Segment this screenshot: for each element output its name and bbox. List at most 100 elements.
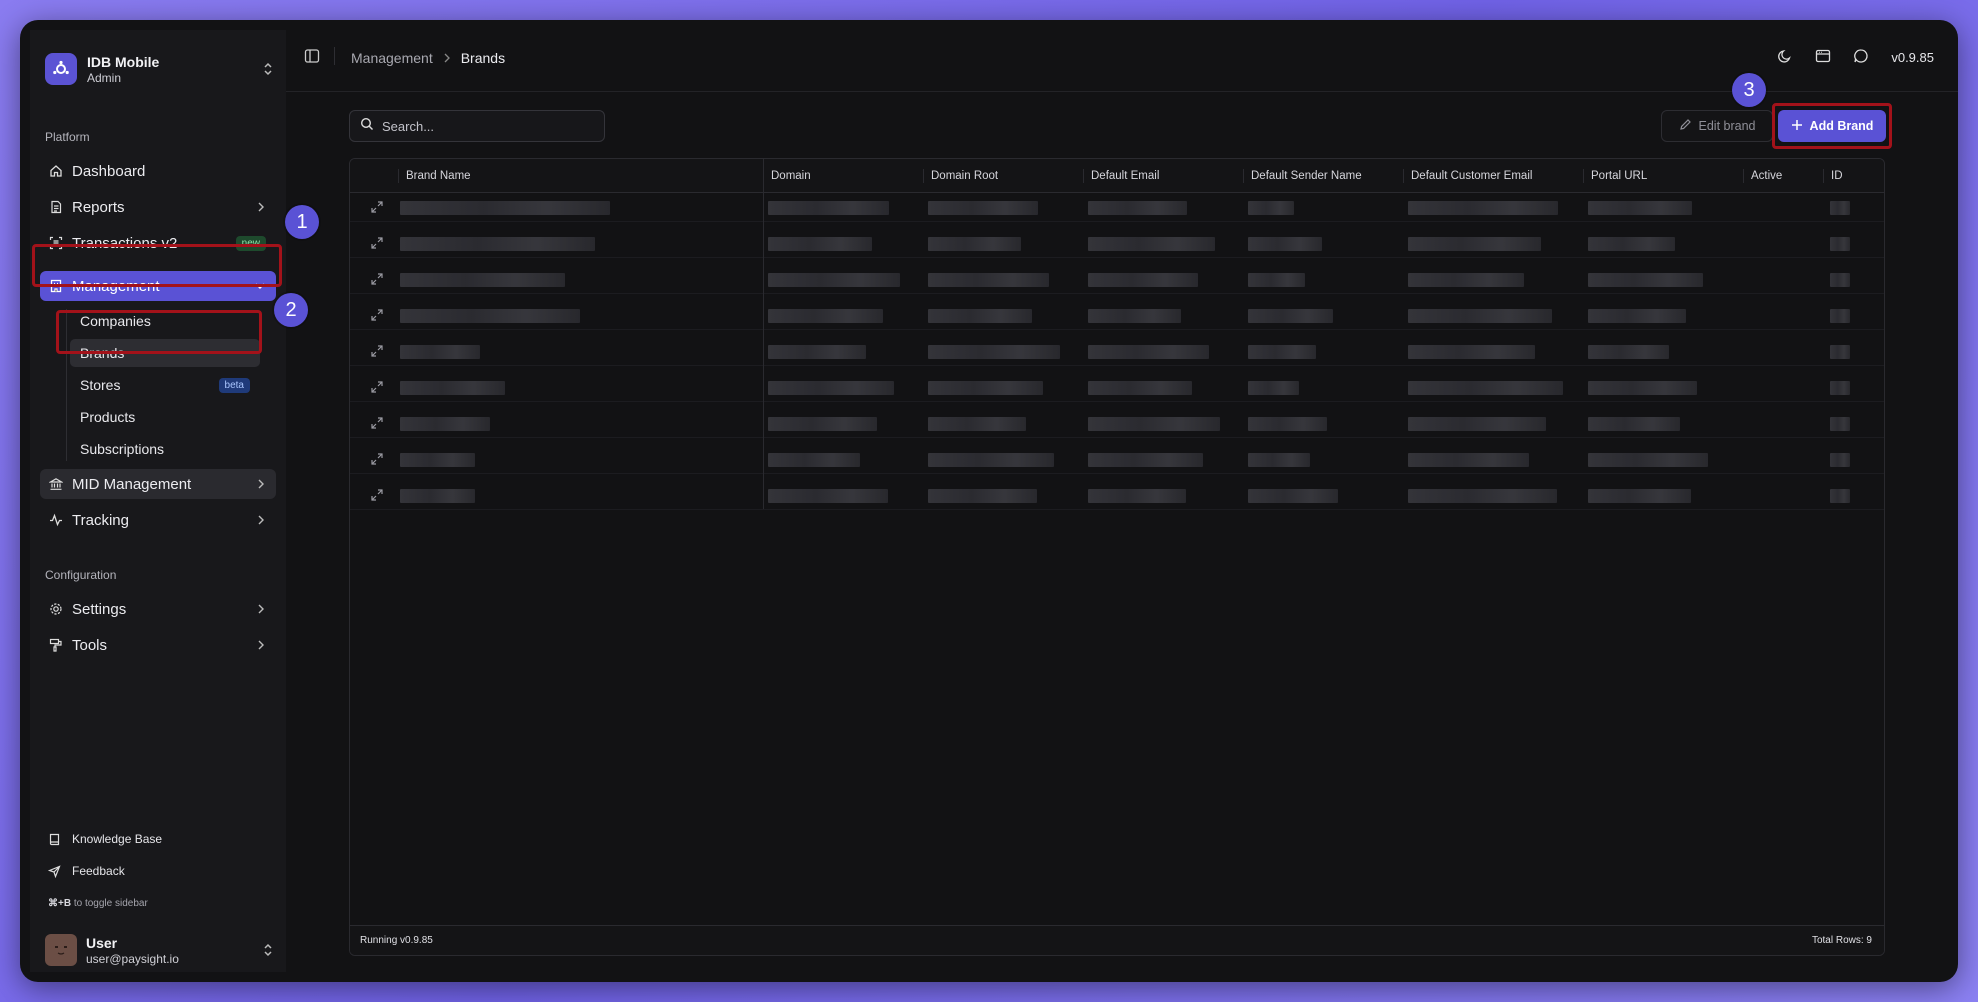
expand-icon[interactable] — [370, 344, 384, 358]
expand-icon[interactable] — [370, 452, 384, 466]
avatar — [45, 934, 77, 966]
column-header[interactable]: Active — [1743, 169, 1782, 183]
sidebar-item-mid-management[interactable]: MID Management — [40, 469, 276, 499]
sidebar-subitem-label: Subscriptions — [80, 441, 165, 457]
redacted-cell — [1588, 453, 1708, 467]
user-menu[interactable]: User user@paysight.io — [45, 932, 275, 968]
total-rows: Total Rows: 9 — [1811, 935, 1872, 946]
app-name: IDB Mobile — [87, 53, 160, 70]
redacted-cell — [1408, 453, 1529, 467]
table-row[interactable] — [350, 337, 1884, 366]
sidebar-item-label: Tracking — [72, 511, 129, 529]
browser-window-icon[interactable] — [1815, 48, 1831, 67]
file-icon — [48, 199, 64, 215]
column-header[interactable]: Portal URL — [1583, 169, 1647, 183]
sidebar-item-label: Reports — [72, 198, 125, 216]
redacted-cell — [400, 417, 490, 431]
breadcrumb-management[interactable]: Management — [351, 50, 433, 66]
sidebar-item-label: Tools — [72, 636, 108, 654]
table-row[interactable] — [350, 265, 1884, 294]
feedback-link[interactable]: Feedback — [40, 858, 276, 884]
breadcrumb-brands: Brands — [460, 50, 506, 66]
knowledge-base-link[interactable]: Knowledge Base — [40, 826, 276, 852]
chevron-right-icon — [256, 638, 266, 655]
table-header: Brand Name Domain Domain Root Default Em… — [350, 159, 1884, 193]
pinned-column-divider — [763, 159, 764, 509]
redacted-cell — [400, 489, 475, 503]
table-row[interactable] — [350, 301, 1884, 330]
redacted-cell — [1088, 417, 1220, 431]
user-email: user@paysight.io — [86, 951, 179, 966]
redacted-cell — [1248, 345, 1316, 359]
sidebar-item-label: Settings — [72, 600, 127, 618]
expand-icon[interactable] — [370, 308, 384, 322]
step-marker-1: 1 — [285, 205, 319, 239]
column-header[interactable]: Default Sender Name — [1243, 169, 1362, 183]
column-header[interactable]: Brand Name — [398, 169, 471, 183]
search-box[interactable] — [349, 110, 605, 142]
sidebar-item-settings[interactable]: Settings — [40, 594, 276, 624]
header-actions: v0.9.85 — [1777, 48, 1934, 67]
redacted-cell — [1588, 489, 1691, 503]
expand-icon[interactable] — [370, 416, 384, 430]
sidebar-subitem-products[interactable]: Products — [70, 403, 260, 431]
sidebar-item-tracking[interactable]: Tracking — [40, 505, 276, 535]
step-marker-2: 2 — [274, 293, 308, 327]
expand-icon[interactable] — [370, 236, 384, 250]
redacted-cell — [1408, 381, 1563, 395]
redacted-cell — [1088, 273, 1198, 287]
highlight-brands — [56, 310, 262, 354]
sidebar-subitem-subscriptions[interactable]: Subscriptions — [70, 435, 260, 463]
redacted-cell — [1408, 345, 1535, 359]
brands-table: Brand Name Domain Domain Root Default Em… — [349, 158, 1885, 956]
table-row[interactable] — [350, 373, 1884, 402]
redacted-cell — [928, 309, 1032, 323]
sidebar-item-tools[interactable]: Tools — [40, 630, 276, 660]
message-icon[interactable] — [1853, 48, 1869, 67]
redacted-cell — [928, 201, 1038, 215]
expand-icon[interactable] — [370, 488, 384, 502]
table-row[interactable] — [350, 409, 1884, 438]
highlight-add-brand — [1772, 103, 1892, 149]
gear-icon — [48, 601, 64, 617]
section-platform-label: Platform — [45, 130, 90, 144]
redacted-cell — [1088, 201, 1187, 215]
chevron-right-icon — [256, 200, 266, 217]
expand-icon[interactable] — [370, 200, 384, 214]
table-row[interactable] — [350, 481, 1884, 510]
sidebar-subitem-stores[interactable]: Stores beta — [70, 371, 260, 399]
table-footer: Running v0.9.85 Total Rows: 9 — [350, 925, 1884, 955]
expand-icon[interactable] — [370, 272, 384, 286]
table-row[interactable] — [350, 193, 1884, 222]
redacted-cell — [400, 201, 610, 215]
column-header[interactable]: Domain — [763, 169, 811, 183]
redacted-cell — [928, 237, 1021, 251]
knowledge-base-label: Knowledge Base — [72, 832, 163, 846]
redacted-cell — [928, 417, 1026, 431]
chevron-right-icon — [256, 477, 266, 494]
redacted-cell — [1088, 345, 1209, 359]
sidebar-item-reports[interactable]: Reports — [40, 192, 276, 222]
column-header[interactable]: ID — [1823, 169, 1843, 183]
sidebar-item-dashboard[interactable]: Dashboard — [40, 156, 276, 186]
column-header[interactable]: Domain Root — [923, 169, 998, 183]
breadcrumb: Management Brands — [351, 50, 505, 66]
column-header[interactable]: Default Email — [1083, 169, 1159, 183]
table-row[interactable] — [350, 445, 1884, 474]
edit-brand-button[interactable]: Edit brand — [1661, 110, 1773, 142]
app-switcher[interactable]: IDB Mobile Admin — [45, 46, 275, 92]
redacted-cell — [1830, 345, 1850, 359]
redacted-cell — [768, 309, 883, 323]
redacted-cell — [1830, 417, 1850, 431]
moon-icon[interactable] — [1777, 48, 1793, 67]
sidebar-subitem-label: Stores — [80, 377, 121, 393]
table-row[interactable] — [350, 229, 1884, 258]
expand-icon[interactable] — [370, 380, 384, 394]
chevron-right-icon — [256, 513, 266, 530]
search-input[interactable] — [382, 118, 582, 134]
pencil-icon — [1679, 118, 1692, 134]
column-header[interactable]: Default Customer Email — [1403, 169, 1532, 183]
sidebar-toggle-icon[interactable] — [304, 48, 320, 69]
tools-icon — [48, 637, 64, 653]
redacted-cell — [1248, 309, 1333, 323]
